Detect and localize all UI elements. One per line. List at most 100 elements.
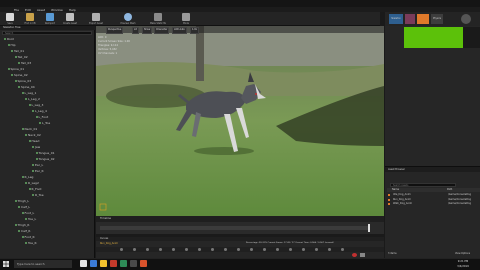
preview-mesh-button[interactable]: Preview Mesh xyxy=(120,13,136,25)
bone-item[interactable]: R_Foot xyxy=(28,187,42,191)
keyframe-marker[interactable] xyxy=(146,248,149,251)
bone-item[interactable]: L_Leg_1 xyxy=(21,91,36,95)
reimport-button[interactable]: Reimport xyxy=(42,13,58,25)
bone-item[interactable]: L_Leg_4 xyxy=(32,109,47,113)
bone-label: Tongue_01 xyxy=(38,151,55,155)
keyframe-marker[interactable] xyxy=(133,248,136,251)
keyframe-marker[interactable] xyxy=(172,248,175,251)
keyframe-marker[interactable] xyxy=(159,248,162,251)
taskbar-search-input[interactable]: Type here to search xyxy=(14,260,72,268)
show-button[interactable]: Show xyxy=(142,27,153,34)
bone-item[interactable]: Calf_L xyxy=(18,205,30,209)
menu-help[interactable]: Help xyxy=(69,8,76,12)
view-options-button[interactable]: View Options xyxy=(455,252,479,256)
lit-button[interactable]: Lit xyxy=(132,27,139,34)
bone-item[interactable]: Ear_R xyxy=(32,169,44,173)
bone-search-input[interactable]: Search xyxy=(2,31,92,35)
mode-animation-button[interactable] xyxy=(417,14,429,24)
keyframe-marker[interactable] xyxy=(250,248,253,251)
menu-file[interactable]: File xyxy=(14,8,19,12)
skeleton-tree-tab[interactable]: Skeleton Tree xyxy=(0,26,95,30)
export-asset-button[interactable]: Export Asset xyxy=(88,13,104,25)
bone-item[interactable]: Toe_L xyxy=(25,217,36,221)
keyframe-marker[interactable] xyxy=(185,248,188,251)
keyframe-marker[interactable] xyxy=(211,248,214,251)
taskbar-app-icon[interactable] xyxy=(80,260,87,267)
bone-item[interactable]: Spine_04 xyxy=(18,85,35,89)
menu-asset[interactable]: Asset xyxy=(37,8,45,12)
viewport[interactable] xyxy=(96,26,384,216)
taskbar-app-icon[interactable] xyxy=(140,260,147,267)
keyframe-marker[interactable] xyxy=(302,248,305,251)
bone-item[interactable]: Foot_R xyxy=(21,235,35,239)
save-button[interactable]: Save xyxy=(2,13,18,25)
keyframe-marker[interactable] xyxy=(289,248,292,251)
bone-item[interactable]: Head xyxy=(28,139,39,143)
mode-skeleton-button[interactable]: Skeleton xyxy=(389,14,403,24)
keyframe-marker[interactable] xyxy=(263,248,266,251)
mode-mesh-button[interactable] xyxy=(405,14,415,24)
bone-item[interactable]: Neck_02 xyxy=(25,133,41,137)
bone-item[interactable]: Tail_01 xyxy=(11,49,24,53)
bone-item[interactable]: L_Leg_2 xyxy=(25,97,40,101)
perspective-button[interactable]: Perspective xyxy=(106,27,124,34)
menu-window[interactable]: Window xyxy=(51,8,63,12)
bone-item[interactable]: Neck_01 xyxy=(21,127,37,131)
create-asset-button[interactable]: Create Asset xyxy=(62,13,78,25)
taskbar-app-icon[interactable] xyxy=(100,260,107,267)
taskbar-app-icon[interactable] xyxy=(120,260,127,267)
bone-item[interactable]: Tongue_02 xyxy=(35,157,55,161)
keyframe-marker[interactable] xyxy=(328,248,331,251)
asset-row[interactable]: Walk_Dog_Anim/Game/ConsoleDog xyxy=(388,202,477,206)
taskbar-app-icon[interactable] xyxy=(90,260,97,267)
play-button[interactable] xyxy=(360,253,365,257)
bone-item[interactable]: Thigh_R xyxy=(14,223,29,227)
bone-item[interactable]: Hip xyxy=(7,43,16,47)
asset-row[interactable]: Idle_Dog_Anim/Game/ConsoleDog xyxy=(388,193,477,197)
bone-item[interactable]: R_Leg xyxy=(21,175,33,179)
keyframe-marker[interactable] xyxy=(315,248,318,251)
bone-item[interactable]: Foot_L xyxy=(21,211,34,215)
menu-edit[interactable]: Edit xyxy=(25,8,31,12)
bone-item[interactable]: Jaw xyxy=(32,145,40,149)
bone-item[interactable]: L_Leg_3 xyxy=(28,103,43,107)
bone-item[interactable]: Spine_02 xyxy=(11,73,28,77)
asset-search-input[interactable]: Search Assets xyxy=(390,183,456,187)
timeline-playhead[interactable] xyxy=(368,224,370,232)
taskbar-app-icon[interactable] xyxy=(110,260,117,267)
asset-row[interactable]: Run_Dog_Anim/Game/ConsoleDog xyxy=(388,198,477,202)
keyframe-marker[interactable] xyxy=(341,248,344,251)
keyframe-marker[interactable] xyxy=(120,248,123,251)
system-clock[interactable]: 9:21 PM 3/4/2019 xyxy=(452,259,474,269)
bone-item[interactable]: Thigh_L xyxy=(14,199,29,203)
bone-item[interactable]: R_Toe xyxy=(32,193,44,197)
mode-button[interactable]: Mode xyxy=(178,13,194,25)
keyframe-marker[interactable] xyxy=(198,248,201,251)
bone-item[interactable]: Toe_R xyxy=(25,241,37,245)
bone-item[interactable]: Calf_R xyxy=(18,229,30,233)
keyframe-marker[interactable] xyxy=(237,248,240,251)
bone-item[interactable]: L_Foot xyxy=(35,115,48,119)
bone-item[interactable]: R_Leg2 xyxy=(25,181,39,185)
find-in-cb-button[interactable]: Find in CB xyxy=(22,13,38,25)
lod-button[interactable]: LOD Auto xyxy=(172,27,187,34)
taskbar-app-icon[interactable] xyxy=(130,260,137,267)
timeline-scrubber[interactable] xyxy=(100,226,370,230)
keyframe-marker[interactable] xyxy=(224,248,227,251)
make-static-mesh-button[interactable]: Make Static Mesh xyxy=(150,13,166,25)
bone-item[interactable]: Spine_01 xyxy=(7,67,24,71)
bone-item[interactable]: Tail_02 xyxy=(14,55,28,59)
windows-start-icon[interactable] xyxy=(3,261,9,267)
bone-item[interactable]: Tongue_01 xyxy=(35,151,55,155)
playback-speed-button[interactable]: 1.0x xyxy=(190,27,200,34)
bone-item[interactable]: Spine_03 xyxy=(14,79,31,83)
record-button[interactable] xyxy=(352,253,357,257)
keyframe-marker[interactable] xyxy=(276,248,279,251)
bone-item[interactable]: Root xyxy=(4,37,14,41)
bone-item[interactable]: Ear_L xyxy=(32,163,43,167)
bone-item[interactable]: Tail_03 xyxy=(18,61,31,65)
settings-icon[interactable] xyxy=(461,14,471,24)
character-button[interactable]: Character xyxy=(154,27,170,34)
bone-item[interactable]: L_Toe xyxy=(39,121,50,125)
mode-physics-button[interactable]: Physics xyxy=(431,14,443,24)
